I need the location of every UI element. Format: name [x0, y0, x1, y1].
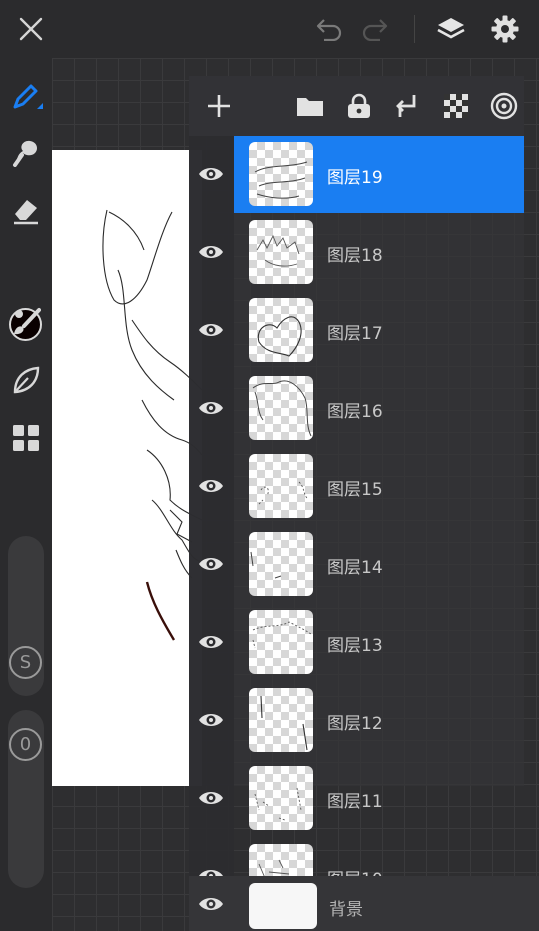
- gear-icon[interactable]: [487, 12, 523, 46]
- redo-icon[interactable]: [358, 12, 394, 46]
- clipping-icon[interactable]: [487, 89, 521, 123]
- merge-down-icon[interactable]: [390, 89, 424, 123]
- eye-icon[interactable]: [197, 784, 225, 812]
- layers-panel-header: [189, 76, 524, 136]
- top-bar: [0, 0, 539, 58]
- eye-icon[interactable]: [197, 238, 225, 266]
- layer-name: 图层12: [327, 714, 383, 734]
- drawing-canvas[interactable]: [52, 150, 202, 786]
- layer-thumbnail: [249, 688, 313, 752]
- background-thumbnail: [249, 883, 317, 929]
- lock-icon[interactable]: [342, 89, 376, 123]
- layer-name: 图层15: [327, 480, 383, 500]
- layer-thumbnail: [249, 298, 313, 362]
- grid-tool-icon[interactable]: [8, 420, 44, 456]
- close-icon[interactable]: [13, 12, 49, 46]
- background-layer-row[interactable]: 背景: [189, 876, 539, 931]
- layer-row[interactable]: 图层11: [189, 760, 524, 838]
- leaf-tool-icon[interactable]: [8, 362, 44, 398]
- undo-icon[interactable]: [310, 12, 346, 46]
- canvas-artwork: [102, 209, 202, 641]
- layer-name: 图层17: [327, 324, 383, 344]
- layer-row[interactable]: 图层13: [189, 604, 524, 682]
- layer-name: 图层14: [327, 558, 383, 578]
- layer-thumbnail: [249, 610, 313, 674]
- layer-row[interactable]: 图层15: [189, 448, 524, 526]
- layer-thumbnail: [249, 376, 313, 440]
- brush-opacity-knob[interactable]: 0: [9, 728, 42, 761]
- layer-thumbnail: [249, 532, 313, 596]
- background-layer-name: 背景: [329, 900, 363, 920]
- layers-icon[interactable]: [433, 12, 469, 46]
- layer-name: 图层11: [327, 792, 383, 812]
- folder-icon[interactable]: [293, 89, 327, 123]
- layer-name: 图层13: [327, 636, 383, 656]
- layer-thumbnail: [249, 220, 313, 284]
- layer-thumbnail: [249, 142, 313, 206]
- layer-row[interactable]: 图层12: [189, 682, 524, 760]
- smudge-tool-icon[interactable]: [8, 134, 44, 170]
- eye-icon[interactable]: [197, 890, 225, 918]
- brush-size-knob[interactable]: S: [9, 646, 42, 679]
- add-layer-icon[interactable]: [202, 89, 236, 123]
- eye-icon[interactable]: [197, 472, 225, 500]
- tool-sidebar: S 0: [0, 58, 52, 931]
- layer-thumbnail: [249, 766, 313, 830]
- eye-icon[interactable]: [197, 550, 225, 578]
- layer-name: 图层16: [327, 402, 383, 422]
- layer-row[interactable]: 图层19: [189, 136, 524, 214]
- layer-name: 图层18: [327, 246, 383, 266]
- layer-row[interactable]: 图层17: [189, 292, 524, 370]
- eye-icon[interactable]: [197, 316, 225, 344]
- layer-name: 图层19: [327, 168, 383, 188]
- eye-icon[interactable]: [197, 706, 225, 734]
- layer-row[interactable]: 图层18: [189, 214, 524, 292]
- eye-icon[interactable]: [197, 160, 225, 188]
- eraser-tool-icon[interactable]: [8, 192, 44, 228]
- layer-row[interactable]: 图层14: [189, 526, 524, 604]
- pen-tool-icon[interactable]: [8, 78, 44, 114]
- layer-thumbnail: [249, 454, 313, 518]
- app-root: S 0 图层19 图层18 图层17 图层16 图层15 图层14 图层13 图…: [0, 0, 539, 931]
- toolbar-divider: [414, 15, 415, 43]
- layer-row[interactable]: 图层16: [189, 370, 524, 448]
- eye-icon[interactable]: [197, 394, 225, 422]
- brush-tool-icon[interactable]: [8, 304, 44, 340]
- eye-icon[interactable]: [197, 628, 225, 656]
- transparency-icon[interactable]: [439, 89, 473, 123]
